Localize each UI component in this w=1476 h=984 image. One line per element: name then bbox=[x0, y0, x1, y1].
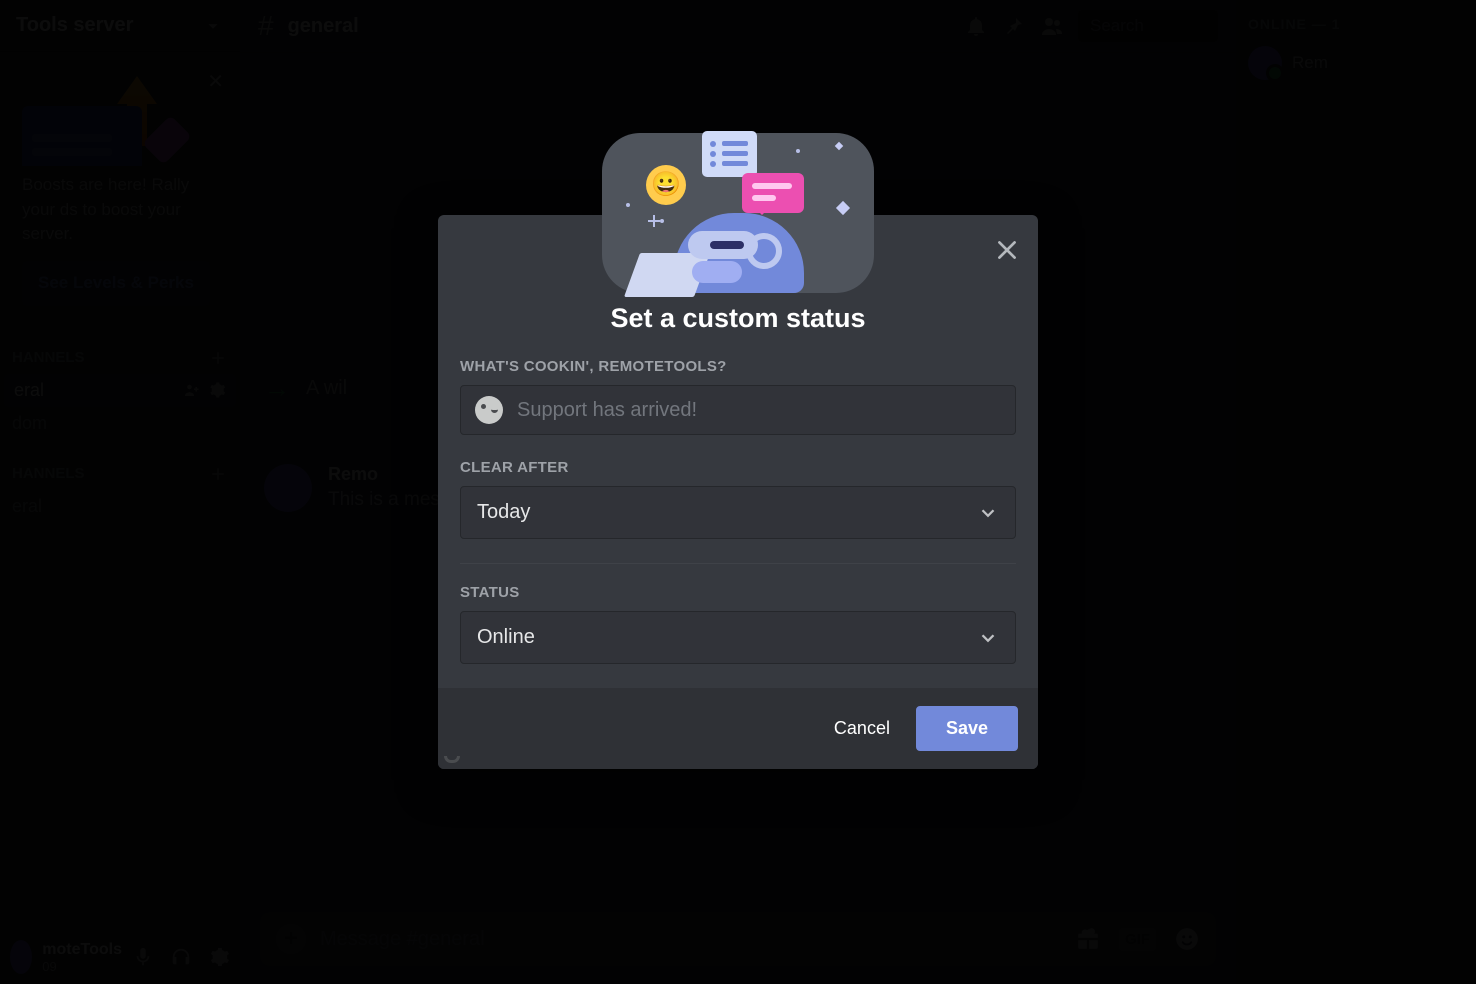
clear-after-label: CLEAR AFTER bbox=[460, 459, 1016, 476]
cancel-button[interactable]: Cancel bbox=[828, 708, 896, 749]
status-input-row bbox=[460, 385, 1016, 435]
divider bbox=[460, 563, 1016, 564]
modal-hero: 😀 bbox=[438, 215, 1038, 297]
presence-value: Online bbox=[477, 626, 535, 649]
clear-after-value: Today bbox=[477, 501, 530, 524]
save-button[interactable]: Save bbox=[916, 706, 1018, 751]
wumpus-illustration: 😀 bbox=[602, 133, 874, 293]
presence-label: STATUS bbox=[460, 584, 1016, 601]
custom-status-modal: 😀 Set a custom status WHAT'S COOKIN', RE… bbox=[438, 215, 1038, 769]
modal-footer: Cancel Save bbox=[438, 688, 1038, 769]
chevron-down-icon bbox=[977, 627, 999, 649]
modal-title: Set a custom status bbox=[438, 303, 1038, 334]
emoji-picker-button[interactable] bbox=[475, 396, 503, 424]
chevron-down-icon bbox=[977, 502, 999, 524]
presence-select[interactable]: Online bbox=[460, 611, 1016, 664]
close-icon bbox=[994, 237, 1020, 263]
status-field-label: WHAT'S COOKIN', REMOTETOOLS? bbox=[460, 358, 1016, 375]
custom-status-input[interactable] bbox=[517, 399, 1001, 422]
close-button[interactable] bbox=[994, 237, 1020, 268]
clear-after-select[interactable]: Today bbox=[460, 486, 1016, 539]
